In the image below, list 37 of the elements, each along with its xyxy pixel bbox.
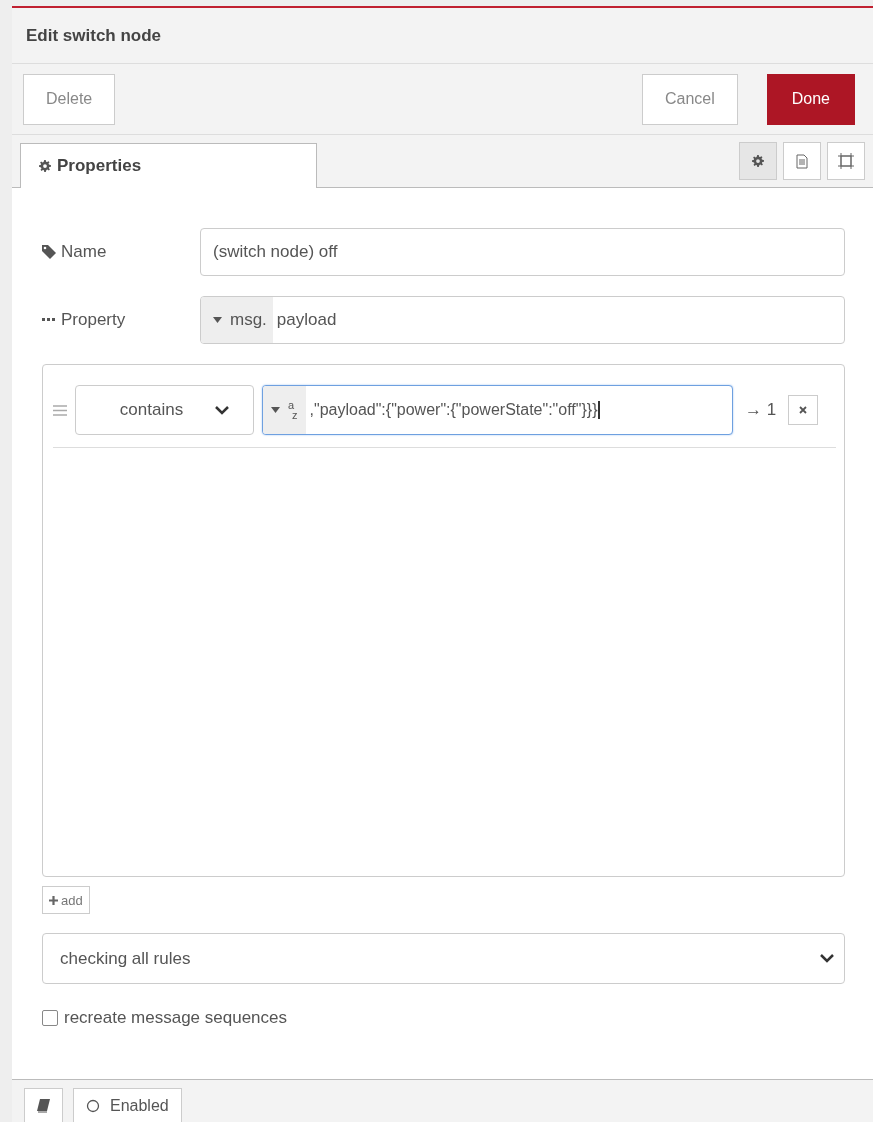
circle-icon [86,1098,100,1113]
side-tab[interactable] [827,142,865,180]
cancel-button[interactable]: Cancel [641,73,738,125]
chevron-icon [820,954,834,963]
delete-button[interactable]: Delete [23,73,116,125]
gear-icon [39,160,51,172]
document-icon [796,153,808,169]
drag-handle-icon[interactable] [53,404,67,416]
tag-icon [42,245,56,259]
string-type-icon[interactable]: a z [288,400,298,420]
plus-icon [49,895,58,905]
properties-tab[interactable]: Properties [20,143,317,188]
caret-icon [213,317,222,323]
mode-select[interactable]: checking all rules [42,933,845,984]
value-field[interactable]: a z ,"payload":{"power":{"powerState":"off"}}} [262,385,733,435]
book-button[interactable] [24,1088,63,1122]
enabled-toggle[interactable]: Enabled [73,1088,182,1122]
property-field[interactable]: msg. payload [200,296,845,344]
close-icon [799,406,808,414]
done-button[interactable]: Done [766,73,855,125]
book-icon [37,1098,50,1113]
chevron-icon [215,405,230,415]
field-label: Property [61,310,126,330]
checkbox-label: recreate message sequences [64,1008,288,1028]
remove-rule-button[interactable] [788,395,819,425]
field-label: Name [61,242,107,262]
dialog-title: Edit switch node [26,25,162,46]
side-tab[interactable] [739,142,777,180]
ellipsis-icon [42,318,56,322]
settings-icon [752,155,764,167]
operator-select[interactable]: contains [75,385,254,435]
name-field[interactable]: (switch node) off [200,228,845,276]
frame-icon [838,153,854,169]
checkbox[interactable] [42,1010,58,1026]
caret-icon [271,407,280,413]
add-button[interactable]: add [42,886,90,914]
output-number: → 1 [745,400,777,420]
